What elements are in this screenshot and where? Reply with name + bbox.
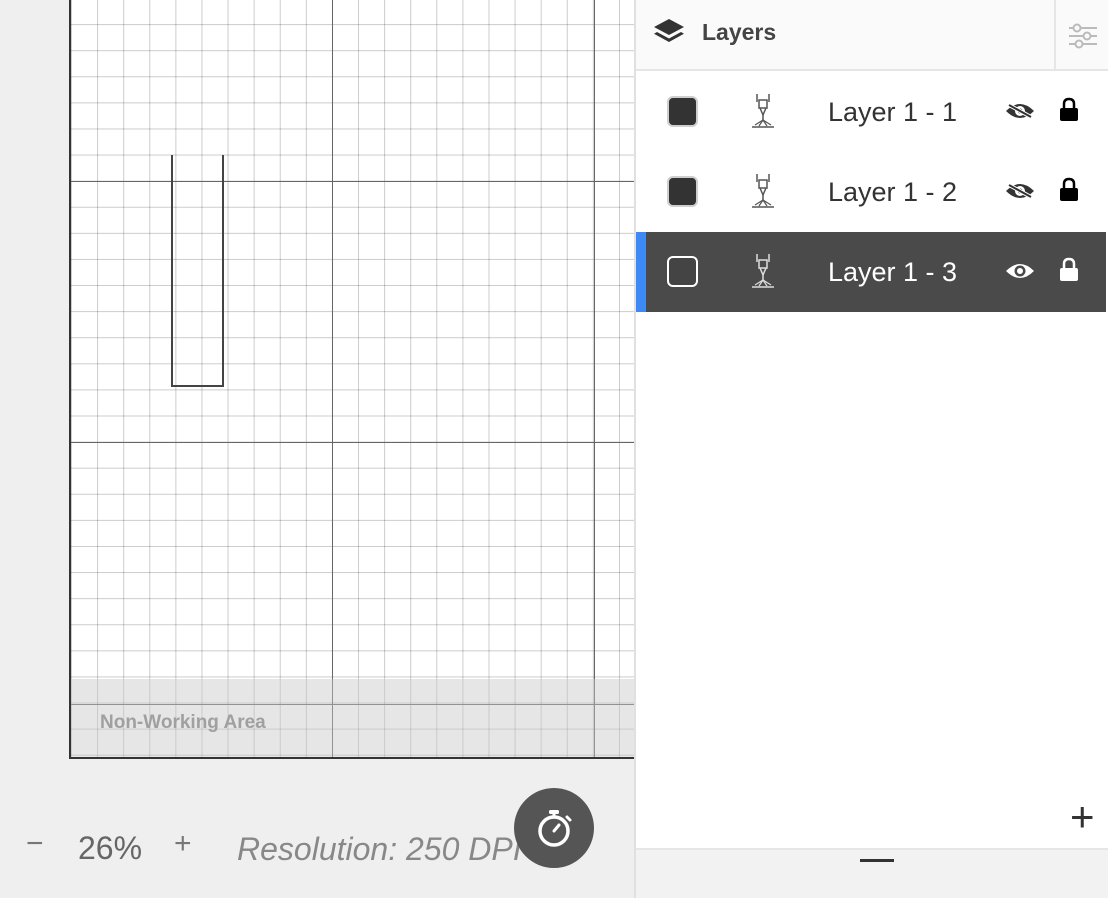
grid-major-line [332, 0, 333, 757]
eye-icon[interactable] [1004, 258, 1036, 284]
layers-icon [654, 19, 684, 42]
canvas-rectangle-shape[interactable] [171, 155, 224, 387]
laser-icon [752, 174, 774, 208]
layer-color-swatch[interactable] [667, 96, 698, 127]
grid-major-line [71, 181, 636, 182]
layers-panel-header: Layers [636, 0, 1108, 71]
workspace-grid[interactable]: Non-Working Area [69, 0, 636, 759]
panel-resize-handle[interactable] [860, 859, 894, 862]
laser-icon [752, 94, 774, 128]
resolution-label: Resolution: 250 DPI [237, 831, 522, 867]
layer-settings-button[interactable] [1054, 0, 1108, 71]
layer-name[interactable]: Layer 1 - 2 [828, 177, 957, 208]
layer-name[interactable]: Layer 1 - 1 [828, 97, 957, 128]
eye-hidden-icon[interactable] [1004, 98, 1036, 124]
add-layer-button[interactable]: + [1070, 796, 1095, 838]
non-working-area-label: Non-Working Area [100, 712, 266, 733]
lock-icon[interactable] [1059, 97, 1079, 123]
layer-row[interactable]: Layer 1 - 1 [636, 72, 1106, 152]
zoom-bar: − 26% + Resolution: 250 DPI [0, 788, 634, 898]
grid-major-line [71, 442, 636, 443]
stopwatch-icon [538, 810, 572, 847]
layer-row[interactable]: Layer 1 - 2 [636, 152, 1106, 232]
layers-panel-title: Layers [702, 19, 777, 45]
rectangle-outline [171, 155, 173, 387]
lock-icon[interactable] [1059, 177, 1079, 203]
panel-footer [636, 848, 1108, 898]
layer-name[interactable]: Layer 1 - 3 [828, 257, 957, 288]
layer-color-swatch[interactable] [667, 256, 698, 287]
zoom-in-button[interactable]: + [174, 829, 192, 859]
zoom-out-button[interactable]: − [26, 829, 44, 859]
sliders-icon [1069, 23, 1097, 48]
canvas-area[interactable]: Non-Working Area − 26% + Resolution: 250… [0, 0, 636, 898]
laser-icon [752, 254, 774, 288]
time-estimate-button[interactable] [514, 788, 594, 868]
app-window: Non-Working Area − 26% + Resolution: 250… [0, 0, 1108, 898]
eye-hidden-icon[interactable] [1004, 178, 1036, 204]
layers-panel: Layers Layer 1 - 1 Layer 1 - 2 Layer 1 -… [634, 0, 1108, 898]
non-working-area: Non-Working Area [71, 679, 636, 757]
lock-icon[interactable] [1059, 257, 1079, 283]
layer-color-swatch[interactable] [667, 176, 698, 207]
zoom-level[interactable]: 26% [78, 830, 142, 867]
grid-major-line [594, 0, 595, 757]
layer-row-selected[interactable]: Layer 1 - 3 [636, 232, 1106, 312]
